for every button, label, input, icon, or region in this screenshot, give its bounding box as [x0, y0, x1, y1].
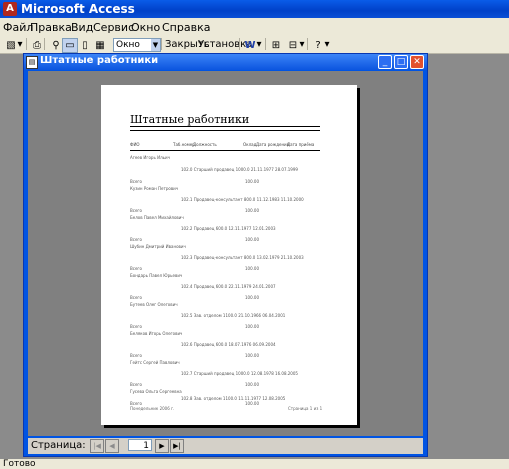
- report-window: ▤ Штатные работники _ □ ✕ Штатные работн…: [23, 53, 428, 457]
- zoom-select-value: Окно: [116, 40, 140, 50]
- app-titlebar: A Microsoft Access: [0, 0, 509, 18]
- zoom-select[interactable]: Окно ▼: [113, 38, 161, 52]
- access-app-icon[interactable]: A: [3, 2, 17, 16]
- first-page-button[interactable]: |◀: [90, 439, 104, 453]
- employee-detail: 102.6 Продавец 600.0 18.07.1976 06.09.20…: [181, 342, 276, 347]
- employee-detail: 102.7 Старший продавец 1000.0 12.08.1978…: [181, 371, 298, 376]
- sum-label: Всего: [130, 266, 142, 271]
- toolbar-separator: [265, 38, 266, 50]
- close-button[interactable]: ✕: [410, 55, 424, 69]
- sum-value: 100.00: [245, 266, 259, 271]
- report-preview-area[interactable]: Штатные работники ФИО Таб.номер Должност…: [28, 71, 423, 436]
- status-bar: Готово: [0, 459, 509, 469]
- employee-name: Бондарь Павел Юрьевич: [130, 273, 183, 278]
- employee-detail: 102.0 Старший продавец 1000.0 21.11.1977…: [181, 167, 298, 172]
- sum-value: 100.00: [245, 353, 259, 358]
- employee-detail: 102.5 Зав. отделом 1100.0 21.10.1966 06.…: [181, 313, 286, 318]
- employee-detail: 102.1 Продавец-консультант 800.0 11.12.1…: [181, 197, 304, 202]
- sum-value: 100.00: [245, 382, 259, 387]
- report-window-titlebar[interactable]: ▤ Штатные работники _ □ ✕: [24, 54, 427, 70]
- report-title: Штатные работники: [130, 113, 250, 126]
- toolbar-separator: [44, 38, 45, 50]
- employee-detail: 102.3 Продавец-консультант 800.0 13.02.1…: [181, 255, 304, 260]
- maximize-button[interactable]: □: [394, 55, 408, 69]
- menu-window[interactable]: Окно: [131, 21, 160, 34]
- last-page-button[interactable]: ▶|: [170, 439, 184, 453]
- menu-bar: Файл Правка Вид Сервис Окно Справка: [0, 18, 509, 36]
- sum-value: 100.00: [245, 295, 259, 300]
- report-window-title: Штатные работники: [40, 55, 159, 66]
- sum-value: 100.00: [245, 208, 259, 213]
- menu-tools[interactable]: Сервис: [93, 21, 134, 34]
- title-underline: [130, 126, 320, 127]
- two-pages-icon[interactable]: ▯: [77, 38, 93, 53]
- print-preview-toolbar: ▧ ▾ ⎙ ⚲ ▭ ▯ ▦ Закрыть Установка W ▾ ⊞ ⊟ …: [0, 36, 509, 54]
- sum-label: Всего: [130, 208, 142, 213]
- database-window-icon[interactable]: ⊞: [268, 38, 284, 53]
- column-header: Таб.номер: [173, 142, 195, 147]
- sum-value: 100.00: [245, 237, 259, 242]
- one-page-icon[interactable]: ▭: [62, 38, 78, 53]
- toolbar-separator: [307, 38, 308, 50]
- employee-detail: 102.8 Зав. отделом 1100.0 11.11.1977 12.…: [181, 396, 286, 401]
- app-title: Microsoft Access: [21, 2, 135, 16]
- page-navigation-bar: Страница: |◀ ◀ 1 ▶ ▶|: [28, 438, 423, 454]
- sum-label: Всего: [130, 353, 142, 358]
- new-object-dropdown-icon[interactable]: ▾: [299, 38, 305, 51]
- column-header: Оклад: [243, 142, 257, 147]
- column-header: ФИО: [130, 142, 140, 147]
- sum-value: 100.00: [245, 401, 259, 406]
- status-text: Готово: [3, 459, 36, 469]
- column-header: Должность: [193, 142, 217, 147]
- sum-label: Всего: [130, 237, 142, 242]
- employee-name: Агеев Игорь Ильич: [130, 155, 170, 160]
- menu-file[interactable]: Файл: [3, 21, 33, 34]
- page-footer-number: Страница 1 из 1: [288, 406, 323, 411]
- report-page[interactable]: Штатные работники ФИО Таб.номер Должност…: [101, 85, 357, 425]
- sum-value: 100.00: [245, 324, 259, 329]
- report-icon[interactable]: ▤: [26, 56, 38, 69]
- employee-name: Бутеев Олег Олегович: [130, 302, 178, 307]
- chevron-down-icon[interactable]: ▼: [151, 39, 160, 51]
- toolbar-separator: [26, 38, 27, 50]
- sum-label: Всего: [130, 324, 142, 329]
- page-footer-date: Понедельник 2006 г.: [130, 406, 175, 411]
- multiple-pages-icon[interactable]: ▦: [92, 38, 108, 53]
- sum-label: Всего: [130, 382, 142, 387]
- menu-help[interactable]: Справка: [162, 21, 210, 34]
- prev-page-button[interactable]: ◀: [105, 439, 119, 453]
- column-header: Дата приёма: [287, 142, 315, 147]
- toolbar-separator: [239, 38, 240, 50]
- close-preview-button[interactable]: Закрыть: [165, 38, 210, 51]
- title-underline: [130, 130, 320, 131]
- print-icon[interactable]: ⎙: [29, 38, 45, 53]
- employee-name: Беляков Игорь Олегович: [130, 331, 183, 336]
- employee-detail: 102.2 Продавец 600.0 12.11.1977 12.01.20…: [181, 226, 276, 231]
- menu-edit[interactable]: Правка: [30, 21, 72, 34]
- sum-value: 100.00: [245, 179, 259, 184]
- employee-name: Белов Павел Михайлович: [130, 215, 184, 220]
- header-rule: [130, 150, 320, 151]
- employee-name: Кузин Роман Петрович: [130, 186, 179, 191]
- minimize-button[interactable]: _: [378, 55, 392, 69]
- next-page-button[interactable]: ▶: [155, 439, 169, 453]
- employee-name: Шубин Дмитрий Иванович: [130, 244, 186, 249]
- toolbar-options-icon[interactable]: ▾: [324, 38, 330, 51]
- menu-view[interactable]: Вид: [71, 21, 93, 34]
- sum-label: Всего: [130, 295, 142, 300]
- employee-name: Гейтс Сергей Павлович: [130, 360, 180, 365]
- page-number-input[interactable]: 1: [128, 439, 152, 451]
- column-header: Дата рождения: [256, 142, 290, 147]
- page-label: Страница:: [31, 440, 86, 451]
- design-view-dropdown-icon[interactable]: ▾: [17, 38, 23, 51]
- employee-detail: 102.4 Продавец 600.0 22.11.1979 24.01.20…: [181, 284, 276, 289]
- employee-name: Гусева Ольга Сергеевна: [130, 389, 182, 394]
- page-setup-button[interactable]: Установка: [198, 38, 252, 51]
- mdi-workspace-right: [430, 54, 509, 459]
- toolbar-separator: [161, 38, 162, 50]
- export-dropdown-icon[interactable]: ▾: [256, 38, 262, 51]
- sum-label: Всего: [130, 179, 142, 184]
